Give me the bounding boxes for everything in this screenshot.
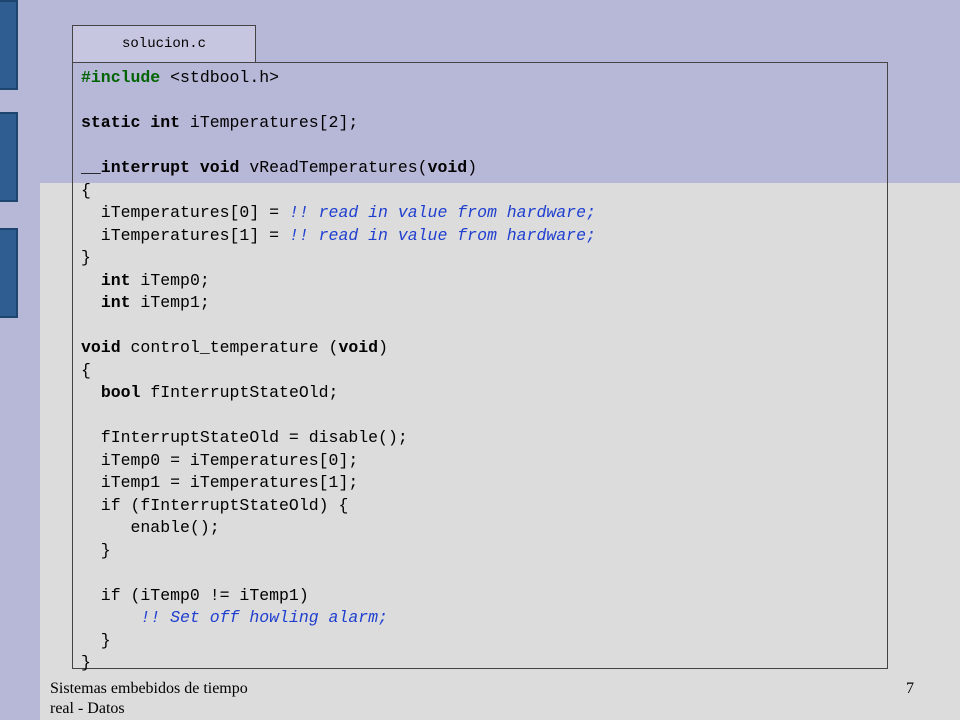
code-keyword: int bbox=[100, 293, 131, 312]
code-line: bool fInterruptStateOld; bbox=[81, 382, 879, 405]
code-line: } bbox=[81, 540, 879, 563]
side-decoration-tab bbox=[0, 112, 18, 202]
code-comment: !! read in value from hardware; bbox=[288, 225, 596, 245]
code-line: { bbox=[81, 360, 879, 383]
code-text: } bbox=[81, 248, 91, 267]
code-panel: #include <stdbool.h> static int iTemperat… bbox=[72, 62, 888, 672]
page-number: 7 bbox=[906, 680, 914, 697]
code-line: #include <stdbool.h> bbox=[81, 67, 879, 90]
code-comment: !! read in value from hardware; bbox=[288, 203, 596, 222]
code-line: } bbox=[81, 652, 879, 675]
code-directive: #include bbox=[81, 68, 161, 87]
file-tab-solucion-c[interactable]: solucion.c bbox=[72, 25, 256, 62]
code-text: control_temperature ( bbox=[120, 338, 339, 357]
code-line: iTemperatures[0] = !! read in value from… bbox=[81, 202, 879, 225]
code-text: } bbox=[81, 653, 91, 672]
code-line: if (iTemp0 != iTemp1) bbox=[81, 585, 879, 608]
code-line: void control_temperature (void) bbox=[81, 337, 879, 360]
code-comment: !! Set off howling alarm; bbox=[140, 608, 388, 627]
code-text: iTemp0; bbox=[130, 270, 210, 290]
code-text: iTemp0 = iTemperatures[0]; bbox=[81, 450, 359, 470]
code-line: fInterruptStateOld = disable(); bbox=[81, 427, 879, 450]
code-text: ) bbox=[378, 338, 388, 357]
code-keyword: void bbox=[427, 158, 468, 177]
code-text: iTemperatures[1] = bbox=[81, 225, 289, 245]
code-text: <stdbool.h> bbox=[160, 68, 280, 87]
code-keyword: __interrupt void bbox=[81, 158, 240, 177]
code-line: enable(); bbox=[81, 517, 879, 540]
code-text: { bbox=[81, 360, 91, 380]
code-text: ) bbox=[467, 158, 478, 177]
code-text: if (fInterruptStateOld) { bbox=[81, 495, 349, 515]
code-line: iTemperatures[1] = !! read in value from… bbox=[81, 225, 879, 248]
code-keyword: void bbox=[81, 338, 121, 357]
code-text: if (iTemp0 != iTemp1) bbox=[81, 585, 309, 605]
side-decoration-tab bbox=[0, 0, 18, 90]
code-listing: #include <stdbool.h> static int iTemperat… bbox=[81, 67, 879, 675]
code-keyword: static int bbox=[81, 113, 181, 132]
code-line: static int iTemperatures[2]; bbox=[81, 112, 879, 135]
code-line: __interrupt void vReadTemperatures(void) bbox=[81, 157, 879, 180]
code-text: iTemp1; bbox=[130, 293, 210, 312]
code-text: iTemperatures[0] = bbox=[81, 203, 289, 222]
code-line: } bbox=[81, 630, 879, 653]
code-line: } bbox=[81, 247, 879, 270]
code-line: iTemp0 = iTemperatures[0]; bbox=[81, 450, 879, 473]
file-tab-label: solucion.c bbox=[121, 36, 206, 52]
code-line: int iTemp0; bbox=[81, 270, 879, 293]
code-text: } bbox=[81, 540, 111, 560]
code-keyword: void bbox=[338, 338, 379, 357]
code-keyword: bool bbox=[100, 383, 141, 402]
code-text: iTemp1 = iTemperatures[1]; bbox=[81, 473, 359, 492]
code-text: iTemperatures[2]; bbox=[180, 113, 359, 132]
code-line: !! Set off howling alarm; bbox=[81, 607, 879, 630]
code-text: fInterruptStateOld = disable(); bbox=[81, 428, 408, 447]
code-text: } bbox=[81, 630, 111, 650]
code-text: enable(); bbox=[81, 518, 220, 537]
code-text: vReadTemperatures( bbox=[239, 158, 428, 177]
code-line: if (fInterruptStateOld) { bbox=[81, 495, 879, 518]
code-line: { bbox=[81, 180, 879, 203]
side-decoration-tab bbox=[0, 228, 18, 318]
code-line: int iTemp1; bbox=[81, 292, 879, 315]
code-line: iTemp1 = iTemperatures[1]; bbox=[81, 472, 879, 495]
code-keyword: int bbox=[100, 270, 131, 290]
code-text: { bbox=[81, 180, 91, 200]
slide-left-band bbox=[0, 0, 40, 720]
footer-title: Sistemas embebidos de tiempo real - Dato… bbox=[50, 680, 248, 717]
code-text: fInterruptStateOld; bbox=[140, 383, 339, 402]
